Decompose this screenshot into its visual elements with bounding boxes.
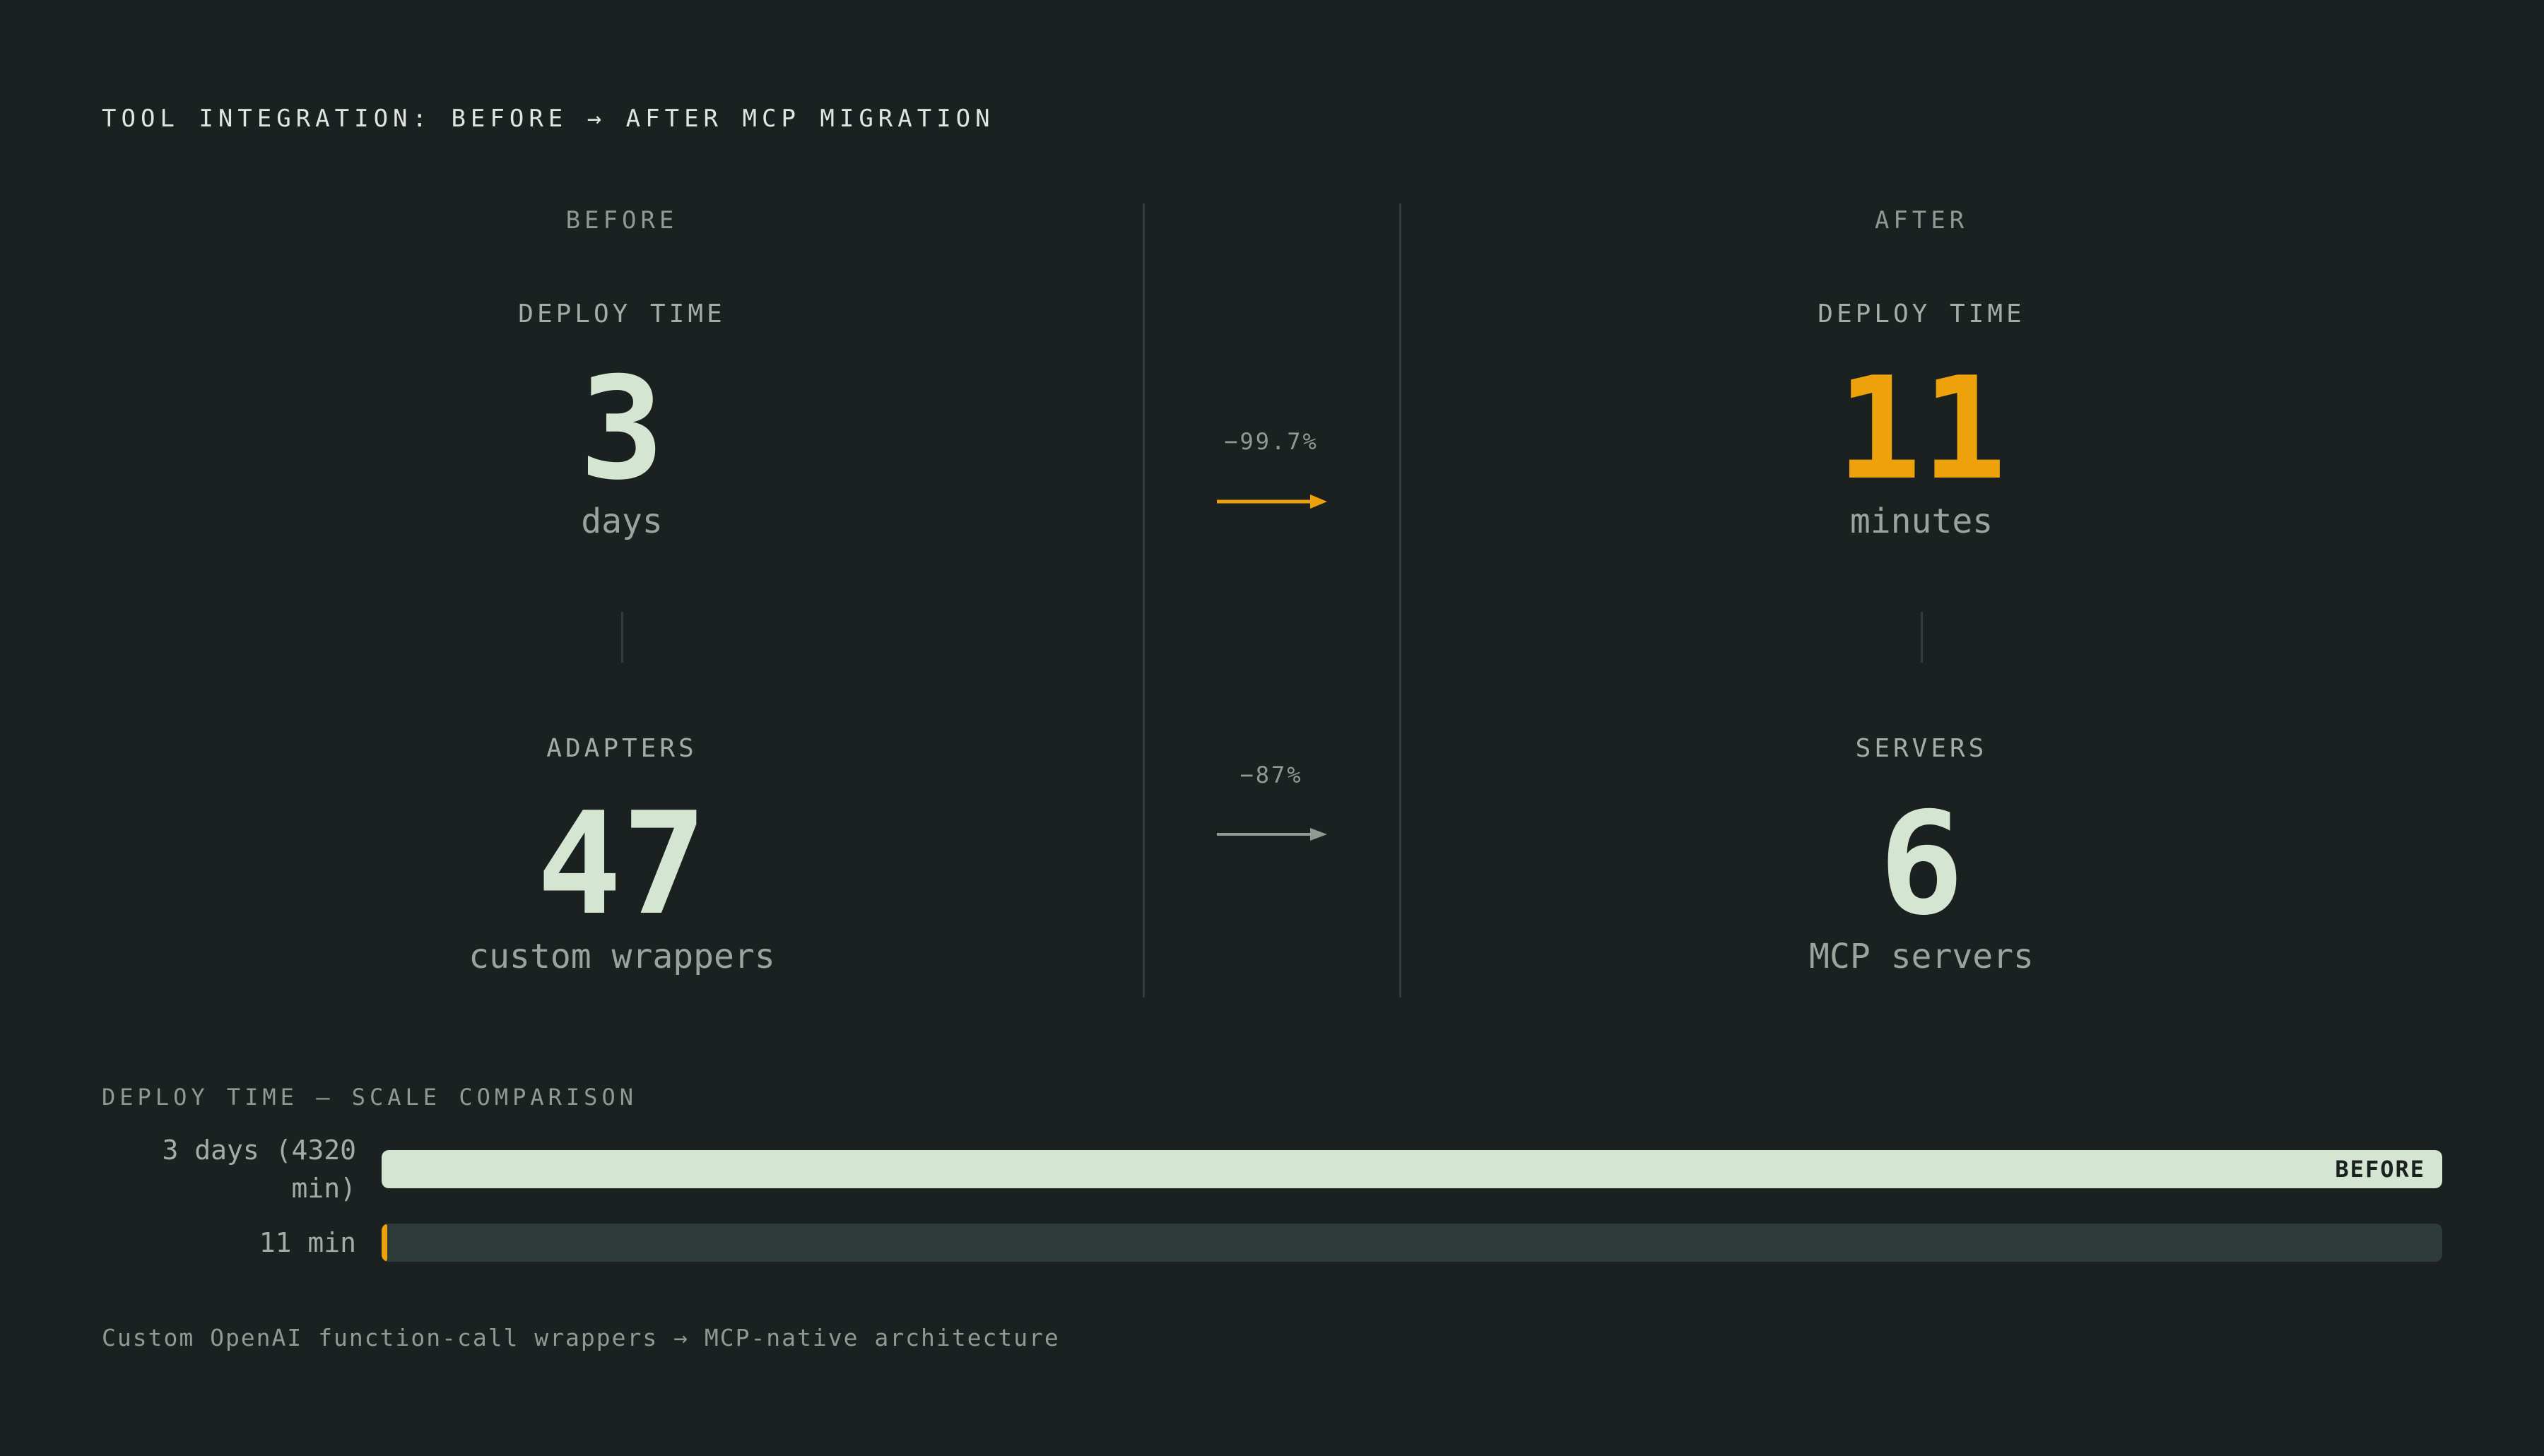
- bar-track-before: BEFORE: [382, 1150, 2442, 1188]
- before-deploy-value: 3: [579, 347, 665, 511]
- bar-label-before: 3 days (4320 min): [102, 1131, 356, 1207]
- after-servers-label: SERVERS: [1855, 734, 1988, 763]
- before-adapters-value: 47: [536, 782, 707, 947]
- bar-after: [382, 1224, 387, 1262]
- deploy-arrow-icon: [1217, 495, 1327, 509]
- left-divider: [1143, 203, 1145, 998]
- before-adapters-unit: custom wrappers: [469, 937, 775, 976]
- before-adapters-label: ADAPTERS: [546, 734, 697, 763]
- before-separator: [621, 612, 623, 663]
- right-divider: [1399, 203, 1401, 998]
- after-separator: [1921, 612, 1923, 663]
- after-servers-value: 6: [1878, 782, 1965, 947]
- after-servers-unit: MCP servers: [1809, 937, 2034, 976]
- bar-label-after: 11 min: [259, 1227, 356, 1258]
- integration-change-percent: −87%: [1239, 762, 1303, 788]
- after-column-header: AFTER: [1874, 206, 1969, 235]
- scale-comparison-title: DEPLOY TIME — SCALE COMPARISON: [102, 1084, 637, 1111]
- before-column-header: BEFORE: [565, 206, 678, 235]
- page-title: TOOL INTEGRATION: BEFORE → AFTER MCP MIG…: [102, 105, 995, 133]
- bar-label-before-line2: min): [291, 1173, 356, 1204]
- after-deploy-unit: minutes: [1849, 502, 1994, 541]
- bar-track-after: [382, 1224, 2442, 1262]
- after-deploy-value: 11: [1836, 347, 2007, 511]
- bar-before-tag: BEFORE: [2335, 1156, 2425, 1183]
- before-deploy-label: DEPLOY TIME: [518, 300, 726, 329]
- integration-arrow-icon: [1217, 828, 1327, 841]
- before-deploy-unit: days: [581, 502, 663, 541]
- footer-caption: Custom OpenAI function-call wrappers → M…: [102, 1324, 1060, 1351]
- bar-before: [382, 1150, 2442, 1188]
- bar-label-before-line1: 3 days (4320: [162, 1135, 356, 1166]
- after-deploy-label: DEPLOY TIME: [1818, 300, 2025, 329]
- deploy-change-percent: −99.7%: [1224, 428, 1319, 455]
